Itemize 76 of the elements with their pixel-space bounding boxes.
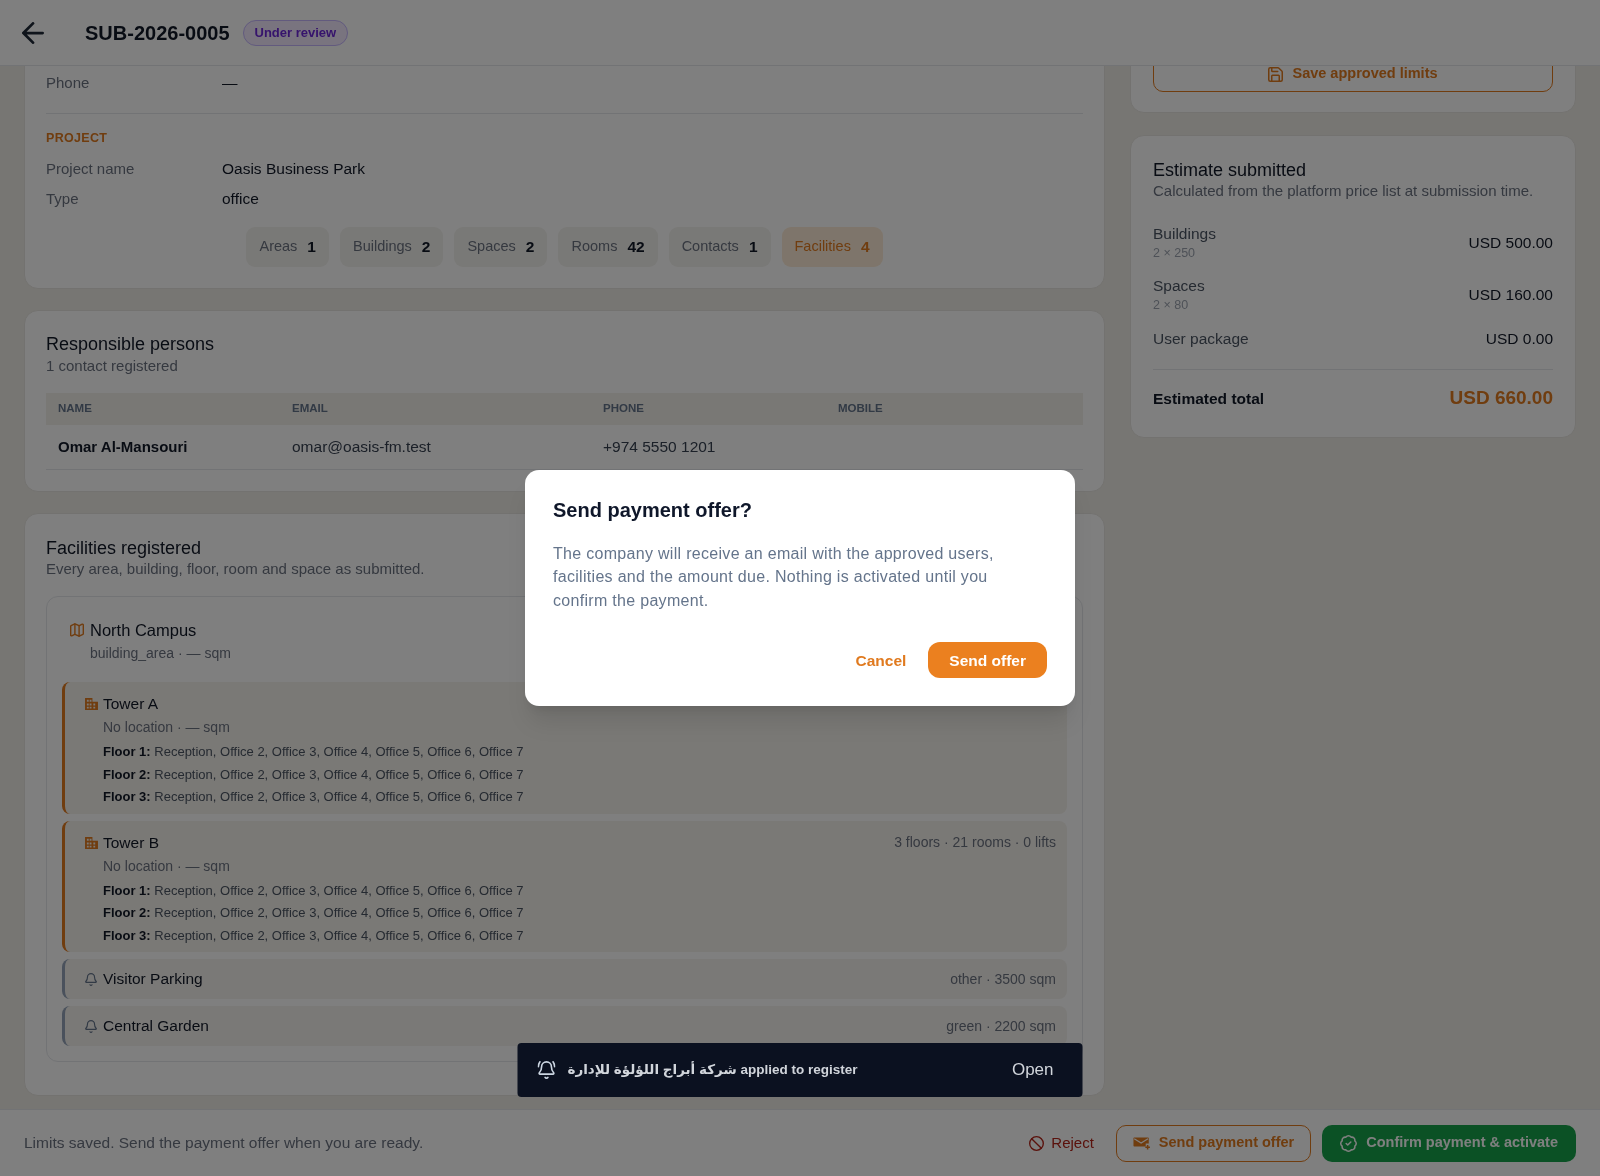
page-title: SUB-2026-0005	[85, 20, 230, 46]
line-item-amount: USD 500.00	[1468, 233, 1553, 254]
building-meta: No location · — sqm	[103, 718, 230, 736]
dialog-message: The company will receive an email with the approved users, facilities and the amount due. Nothing is activated until you confirm the payment.	[553, 543, 995, 611]
building-summary: 3 floors · 21 rooms · 0 lifts	[894, 833, 1056, 852]
floor-rooms-text: Floor 1: Reception, Office 2, Office 3, Office 4, Office 5, Office 6, Office 7	[103, 743, 524, 761]
building-icon	[85, 698, 98, 710]
field-value: office	[222, 189, 259, 210]
save-icon	[1268, 66, 1284, 82]
building-name: Tower A	[103, 694, 159, 714]
line-item-label: User package	[1153, 329, 1249, 350]
building-icon	[85, 836, 98, 849]
field-value: Oasis Business Park	[222, 159, 365, 180]
field-label: Type	[46, 188, 80, 209]
card-title: Facilities registered	[46, 537, 202, 559]
line-item-label: Spaces	[1153, 276, 1205, 296]
area-meta: building_area · — sqm	[90, 644, 231, 662]
confirm-activate-button[interactable]: Confirm payment & activate	[1322, 1124, 1576, 1162]
ban-icon	[1029, 1135, 1045, 1151]
field-label: Project name	[46, 158, 136, 179]
count-tab[interactable]: Contacts 1	[668, 227, 771, 267]
count-tab[interactable]: Buildings 2	[340, 227, 444, 267]
table-cell-text: omar@oasis-fm.test	[292, 437, 431, 458]
field-label: Phone	[46, 72, 91, 93]
reject-button[interactable]: Reject	[1029, 1131, 1094, 1155]
save-limits-button[interactable]: Save approved limits	[1153, 66, 1553, 92]
table-cell-text: +974 5550 1201	[603, 437, 716, 458]
section-heading: PROJECT	[46, 130, 108, 146]
total-label: Estimated total	[1153, 388, 1265, 409]
space-summary: other · 3500 sqm	[950, 969, 1056, 989]
status-badge: Under review	[242, 19, 349, 46]
line-item-amount: USD 0.00	[1485, 329, 1553, 349]
card-title: Estimate submitted	[1153, 159, 1307, 181]
count-tab[interactable]: Facilities 4	[781, 227, 883, 267]
space-summary: green · 2200 sqm	[946, 1016, 1056, 1036]
column-header: PHONE	[603, 401, 644, 417]
floor-rooms-text: Floor 3: Reception, Office 2, Office 3, Office 4, Office 5, Office 6, Office 7	[103, 788, 524, 806]
bell-icon	[85, 1019, 97, 1033]
send-offer-button[interactable]: Send offer	[928, 642, 1047, 679]
count-tab[interactable]: Areas 1	[246, 227, 329, 267]
column-header: MOBILE	[838, 401, 883, 417]
building-name: Tower B	[103, 832, 159, 853]
area-name: North Campus	[90, 620, 197, 641]
back-button[interactable]	[22, 21, 44, 44]
count-tab[interactable]: Spaces 2	[454, 227, 548, 267]
floor-rooms-text: Floor 3: Reception, Office 2, Office 3, Office 4, Office 5, Office 6, Office 7	[103, 926, 524, 945]
bell-icon	[85, 972, 97, 986]
field-value: —	[222, 73, 238, 94]
floor-rooms-text: Floor 2: Reception, Office 2, Office 3, Office 4, Office 5, Office 6, Office 7	[103, 904, 524, 922]
open-link[interactable]: Open	[1011, 1057, 1054, 1083]
status-message: Limits saved. Send the payment offer when you are ready.	[24, 1133, 424, 1154]
card-subtitle: Calculated from the platform price list at submission time.	[1153, 182, 1534, 200]
badge-check-icon	[1340, 1134, 1358, 1152]
building-meta: No location · — sqm	[103, 856, 230, 875]
arrow-left-icon	[22, 21, 44, 44]
count-tab[interactable]: Rooms 42	[558, 227, 658, 267]
dialog-title: Send payment offer?	[553, 497, 753, 523]
cancel-button[interactable]: Cancel	[855, 648, 907, 672]
space-name: Visitor Parking	[103, 969, 203, 990]
mail-icon	[1132, 1136, 1150, 1150]
card-subtitle: 1 contact registered	[46, 357, 178, 375]
toast-message: شركة أبراج اللؤلؤة للإدارة applied to register	[567, 1060, 858, 1080]
line-item-label: Buildings	[1153, 224, 1216, 244]
table-cell-text: Omar Al-Mansouri	[58, 436, 188, 457]
bell-ring-icon	[537, 1061, 556, 1079]
send-payment-offer-button[interactable]: Send payment offer	[1115, 1124, 1312, 1162]
floor-rooms-text: Floor 1: Reception, Office 2, Office 3, Office 4, Office 5, Office 6, Office 7	[103, 881, 524, 900]
column-header: NAME	[58, 401, 92, 417]
floor-rooms-text: Floor 2: Reception, Office 2, Office 3, Office 4, Office 5, Office 6, Office 7	[103, 765, 524, 784]
map-icon	[70, 623, 84, 637]
card-subtitle: Every area, building, floor, room and space as submitted.	[46, 560, 425, 578]
total-amount: USD 660.00	[1449, 386, 1553, 411]
column-header: EMAIL	[292, 401, 328, 417]
line-item-amount: USD 160.00	[1468, 285, 1553, 306]
card-title: Responsible persons	[46, 333, 215, 355]
space-name: Central Garden	[103, 1016, 209, 1037]
